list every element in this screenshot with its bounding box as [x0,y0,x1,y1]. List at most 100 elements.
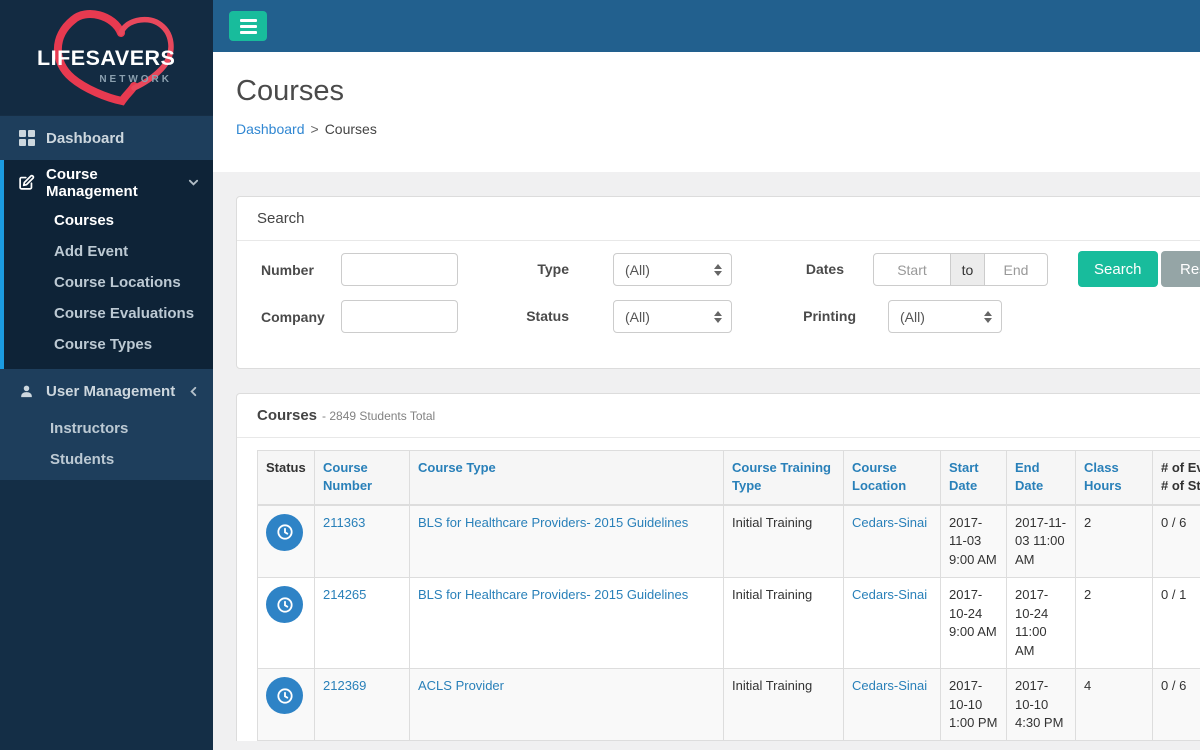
courses-table: Status Course Number Course Type Course … [257,449,1200,742]
breadcrumb-separator: > [310,121,319,137]
location-link[interactable]: Cedars-Sinai [852,587,927,602]
menu-toggle-button[interactable] [229,11,267,41]
edit-icon [18,174,35,191]
training-type-cell: Initial Training [723,668,844,742]
evals-cell: 0 / 6 [1152,668,1200,742]
course-type-link[interactable]: ACLS Provider [418,678,504,693]
number-input[interactable] [341,253,458,286]
courses-panel: Courses - 2849 Students Total Status Cour… [236,393,1200,742]
start-date-input[interactable] [873,253,951,286]
class-hours-cell: 4 [1075,668,1153,742]
hamburger-icon [239,18,257,34]
course-number-link[interactable]: 212369 [323,678,366,693]
breadcrumb-dashboard-link[interactable]: Dashboard [236,121,305,137]
header-course-type[interactable]: Course Type [409,449,724,506]
status-select[interactable]: (All) [613,300,732,333]
end-date-input[interactable] [984,253,1048,286]
clock-status-icon[interactable] [266,586,303,624]
location-link[interactable]: Cedars-Sinai [852,678,927,693]
table-row: 212369 ACLS Provider Initial Training Ce… [257,668,1200,742]
sidebar-item-dashboard[interactable]: Dashboard [0,115,213,160]
header-evaluations-students: # of Evaluations # of Students [1152,449,1200,506]
end-date-cell: 2017-10-10 4:30 PM [1006,668,1076,742]
sidebar-item-course-management[interactable]: Course Management [4,160,213,205]
end-date-cell: 2017-11-03 11:00 AM [1006,504,1076,579]
sidebar-item-label: Course Management [46,165,138,200]
courses-panel-subtitle: - 2849 Students Total [322,409,436,423]
evals-cell: 0 / 1 [1152,577,1200,670]
brand-logo[interactable]: LIFESAVERS NETWORK [0,0,213,115]
select-stepper-icon [714,310,722,323]
printing-select[interactable]: (All) [888,300,1002,333]
brand-tagline: NETWORK [99,74,172,85]
table-row: 211363 BLS for Healthcare Providers- 201… [257,504,1200,579]
course-number-cell: 214265 [314,577,410,670]
sidebar-item-add-event[interactable]: Add Event [4,236,213,267]
end-date-cell: 2017-10-24 11:00 AM [1006,577,1076,670]
printing-label: Printing [803,308,856,324]
status-cell [257,504,315,579]
location-link[interactable]: Cedars-Sinai [852,515,927,530]
sidebar-item-label: User Management [46,382,176,400]
sidebar-item-course-types[interactable]: Course Types [4,329,213,360]
course-number-cell: 212369 [314,668,410,742]
class-hours-cell: 2 [1075,577,1153,670]
training-type-cell: Initial Training [723,577,844,670]
header-class-hours[interactable]: Class Hours [1075,449,1153,506]
sidebar-item-courses[interactable]: Courses [4,205,213,236]
sidebar-item-user-management[interactable]: User Management [0,369,213,413]
clock-status-icon[interactable] [266,677,303,715]
search-button[interactable]: Search [1078,251,1158,287]
select-stepper-icon [714,263,722,276]
select-stepper-icon [984,310,992,323]
type-label: Type [537,261,569,277]
sidebar-item-course-evaluations[interactable]: Course Evaluations [4,298,213,329]
clock-status-icon[interactable] [266,513,303,551]
search-form: Number Type (All) Dates to Search [237,241,1200,368]
type-select[interactable]: (All) [613,253,732,286]
sidebar-section-user-management: User Management Instructors Students [0,369,213,480]
app-root: LIFESAVERS NETWORK Dashboard Course Mana… [0,0,1200,750]
header-course-number[interactable]: Course Number [314,449,410,506]
table-row: 214265 BLS for Healthcare Providers- 201… [257,577,1200,670]
sidebar-item-students[interactable]: Students [0,444,213,475]
header-course-location[interactable]: Course Location [843,449,941,506]
reset-button[interactable]: Reset [1161,251,1200,287]
evals-cell: 0 / 6 [1152,504,1200,579]
course-type-cell: BLS for Healthcare Providers- 2015 Guide… [409,577,724,670]
courses-panel-title: Courses [257,407,318,424]
course-type-cell: ACLS Provider [409,668,724,742]
status-label: Status [526,308,569,324]
sidebar-section-course-management: Course Management Courses Add Event Cour… [0,160,213,369]
user-icon [18,383,35,400]
class-hours-cell: 2 [1075,504,1153,579]
header-end-date[interactable]: End Date [1006,449,1076,506]
sidebar: LIFESAVERS NETWORK Dashboard Course Mana… [0,0,213,750]
header-course-training-type[interactable]: Course Training Type [723,449,844,506]
sidebar-item-instructors[interactable]: Instructors [0,413,213,444]
course-type-link[interactable]: BLS for Healthcare Providers- 2015 Guide… [418,587,688,602]
main-content: Courses Dashboard > Courses Search Number … [213,52,1200,750]
training-type-cell: Initial Training [723,504,844,579]
company-label: Company [261,308,325,325]
header-start-date[interactable]: Start Date [940,449,1007,506]
course-number-link[interactable]: 214265 [323,587,366,602]
courses-table-wrap: Status Course Number Course Type Course … [237,438,1200,742]
course-type-link[interactable]: BLS for Healthcare Providers- 2015 Guide… [418,515,688,530]
sidebar-nav: Dashboard Course Management Courses Add … [0,115,213,480]
number-label: Number [261,261,314,278]
brand-name: LIFESAVERS [37,46,176,70]
sidebar-item-course-locations[interactable]: Course Locations [4,267,213,298]
breadcrumb: Dashboard > Courses [236,121,1200,137]
start-date-cell: 2017-10-24 9:00 AM [940,577,1007,670]
location-cell: Cedars-Sinai [843,668,941,742]
start-date-cell: 2017-10-10 1:00 PM [940,668,1007,742]
page-title: Courses [236,75,344,107]
dates-range-group: to [873,253,1048,286]
sidebar-item-label: Dashboard [46,129,125,147]
company-input[interactable] [341,300,458,333]
search-panel: Search Number Type (All) Dates to [236,196,1200,369]
grid-icon [18,130,35,147]
course-number-link[interactable]: 211363 [323,515,365,530]
user-management-subnav: Instructors Students [0,413,213,475]
